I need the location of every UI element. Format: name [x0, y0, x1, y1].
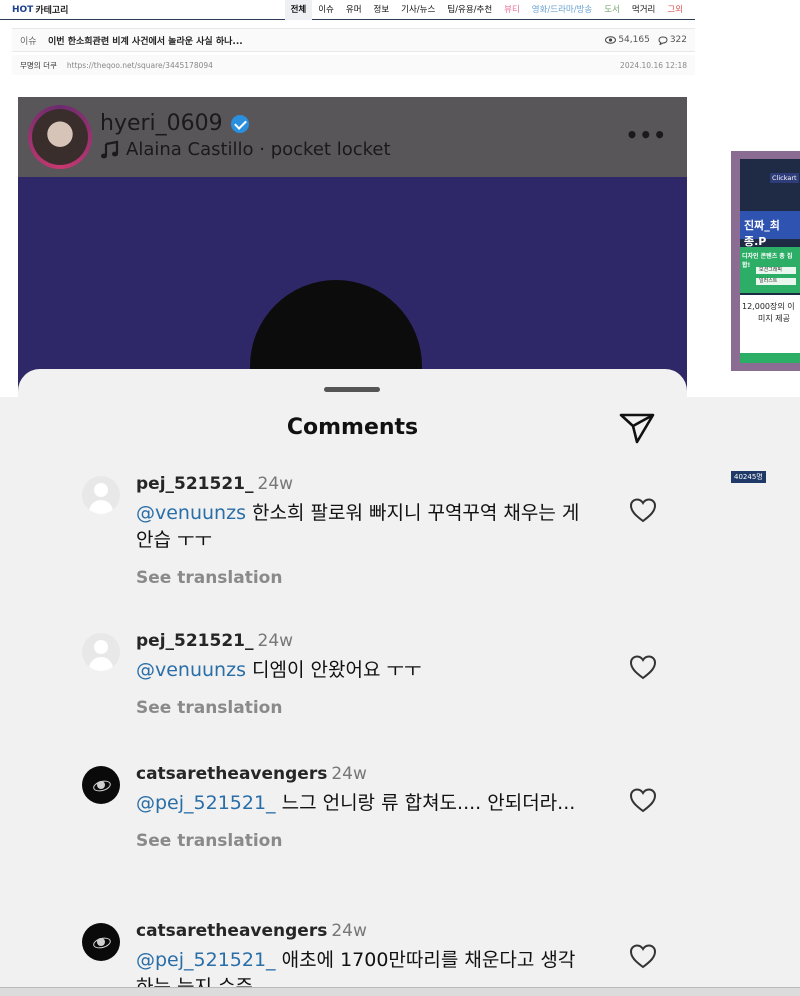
ad-text-panel: 12,000장의 이 미지 제공: [740, 295, 800, 353]
nav-item[interactable]: 그외: [661, 0, 689, 20]
comment-text: @venuunzs 한소희 팔로워 빠지니 꾸역꾸역 채우는 게 안습 ㅜㅜ: [136, 500, 586, 554]
comment-meta: pej_521521_ 24w: [136, 631, 586, 651]
nav-item[interactable]: 팁/유용/추천: [441, 0, 498, 20]
comment-username[interactable]: pej_521521_: [136, 631, 254, 651]
see-translation-link[interactable]: See translation: [136, 831, 586, 851]
ad-logo: Clickart: [770, 173, 799, 183]
article-date: 2024.10.16 12:18: [620, 60, 687, 70]
ad-headline: 진짜_최종.P: [740, 211, 800, 248]
music-note-icon: [101, 140, 119, 158]
hot-category[interactable]: HOT 카테고리: [12, 3, 69, 17]
nav-item[interactable]: 먹거리: [626, 0, 661, 20]
like-heart-icon[interactable]: [629, 497, 657, 523]
commenter-avatar[interactable]: [82, 923, 120, 961]
instagram-post-image: hyeri_0609 Alaina Castillo · pocket lock…: [18, 97, 687, 397]
more-options-icon[interactable]: •••: [626, 123, 667, 147]
profile-avatar: [32, 109, 88, 165]
post-username[interactable]: hyeri_0609: [100, 111, 223, 136]
comment-username[interactable]: catsaretheavengers: [136, 921, 327, 941]
comment-body: catsaretheavengers 24w @pej_521521_ 느그 언니랑…: [136, 764, 586, 851]
nav-item[interactable]: 정보: [368, 0, 396, 20]
like-heart-icon[interactable]: [629, 787, 657, 813]
category-label: 카테고리: [35, 6, 69, 16]
article-url[interactable]: https://theqoo.net/square/3445178094: [67, 61, 213, 70]
post-username-row: hyeri_0609: [100, 111, 249, 136]
post-header: hyeri_0609 Alaina Castillo · pocket lock…: [18, 97, 687, 177]
comment-time: 24w: [257, 474, 294, 494]
comment-content: 느그 언니랑 류 합쳐도.... 안되더라...: [275, 792, 576, 814]
verified-badge-icon: [230, 114, 249, 133]
send-icon[interactable]: [619, 412, 655, 444]
comment-mention[interactable]: @pej_521521_: [136, 949, 276, 971]
post-song[interactable]: Alaina Castillo · pocket locket: [126, 139, 391, 160]
like-heart-icon[interactable]: [629, 654, 657, 680]
hot-label: HOT: [12, 4, 34, 15]
comment-meta: catsaretheavengers 24w: [136, 921, 586, 941]
side-advertisement[interactable]: Clickart 진짜_최종.P 디자인 콘텐츠 총 집 합! 모션그래픽 일러…: [731, 151, 800, 371]
comments-count: 322: [669, 35, 687, 45]
article-stats: 54,165 322: [605, 35, 687, 45]
nav-item[interactable]: 이슈: [312, 0, 340, 20]
bottom-scrollbar[interactable]: [0, 987, 800, 996]
comment-time: 24w: [331, 921, 367, 941]
nav-item[interactable]: 유머: [340, 0, 368, 20]
comment-mention[interactable]: @pej_521521_: [136, 792, 276, 814]
profile-avatar-ring[interactable]: [28, 105, 92, 169]
comment-mention[interactable]: @venuunzs: [136, 659, 246, 681]
comment-username[interactable]: catsaretheavengers: [136, 764, 327, 784]
comment-icon: [658, 35, 668, 45]
nav-item[interactable]: 전체: [284, 0, 313, 20]
user-count-badge: 40245명: [731, 471, 766, 483]
comment-text: @pej_521521_ 느그 언니랑 류 합쳐도.... 안되더라...: [136, 790, 586, 817]
ad-footer: [740, 353, 800, 363]
views-count: 54,165: [618, 35, 650, 45]
comments-title: Comments: [286, 415, 419, 440]
comment-time: 24w: [257, 631, 294, 651]
post-song-row: Alaina Castillo · pocket locket: [100, 139, 391, 160]
article-category[interactable]: 이슈: [20, 34, 48, 47]
commenter-avatar[interactable]: [82, 476, 120, 514]
ad-banner: Clickart 진짜_최종.P 디자인 콘텐츠 총 집 합! 모션그래픽 일러…: [740, 159, 800, 363]
like-heart-icon[interactable]: [629, 943, 657, 969]
nav-item[interactable]: 기사/뉴스: [395, 0, 441, 20]
commenter-avatar[interactable]: [82, 633, 120, 671]
sheet-drag-handle[interactable]: [324, 387, 380, 392]
article-title: 이번 한소희관련 비계 사건에서 놀라운 사실 하나...: [48, 36, 243, 47]
article-header: 이슈 이번 한소희관련 비계 사건에서 놀라운 사실 하나... 54,165 …: [12, 28, 695, 52]
see-translation-link[interactable]: See translation: [136, 698, 586, 718]
article-author: 무명의 더쿠: [20, 60, 57, 70]
comment-body: catsaretheavengers 24w @pej_521521_ 애초에 17…: [136, 921, 586, 996]
comment-meta: pej_521521_ 24w: [136, 474, 586, 494]
ad-green-panel: 디자인 콘텐츠 총 집 합! 모션그래픽 일러스트: [740, 247, 800, 293]
nav-item[interactable]: 영화/드라마/방송: [526, 0, 598, 20]
comment-mention[interactable]: @venuunzs: [136, 502, 246, 524]
comments-stat: 322: [658, 35, 687, 45]
comment-time: 24w: [331, 764, 367, 784]
ad-button-2[interactable]: 일러스트: [756, 278, 796, 285]
nav-item[interactable]: 뷰티: [498, 0, 526, 20]
comment-username[interactable]: pej_521521_: [136, 474, 254, 494]
ad-line-2: 미지 제공: [758, 314, 790, 323]
comment-body: pej_521521_ 24w @venuunzs 한소희 팔로워 빠지니 꾸역꾸역…: [136, 474, 586, 588]
nav-item[interactable]: 도서: [598, 0, 626, 20]
eye-icon: [605, 36, 617, 44]
ad-line-1: 12,000장의 이: [742, 302, 795, 311]
comment-body: pej_521521_ 24w @venuunzs 디엠이 안왔어요 ㅜㅜ See t…: [136, 631, 586, 718]
top-nav: HOT 카테고리 전체 이슈 유머 정보 기사/뉴스 팁/유용/추천 뷰티 영화/드라마/방송…: [0, 0, 695, 20]
comment-text: @venuunzs 디엠이 안왔어요 ㅜㅜ: [136, 657, 586, 684]
ad-button-1[interactable]: 모션그래픽: [756, 267, 796, 274]
commenter-avatar[interactable]: [82, 766, 120, 804]
category-menu: 전체 이슈 유머 정보 기사/뉴스 팁/유용/추천 뷰티 영화/드라마/방송 도서 먹거리 그외: [284, 0, 695, 20]
comment-meta: catsaretheavengers 24w: [136, 764, 586, 784]
article-meta: 무명의 더쿠 https://theqoo.net/square/3445178…: [12, 55, 695, 75]
views-stat: 54,165: [605, 35, 650, 45]
see-translation-link[interactable]: See translation: [136, 568, 586, 588]
comment-content: 디엠이 안왔어요 ㅜㅜ: [245, 659, 422, 681]
